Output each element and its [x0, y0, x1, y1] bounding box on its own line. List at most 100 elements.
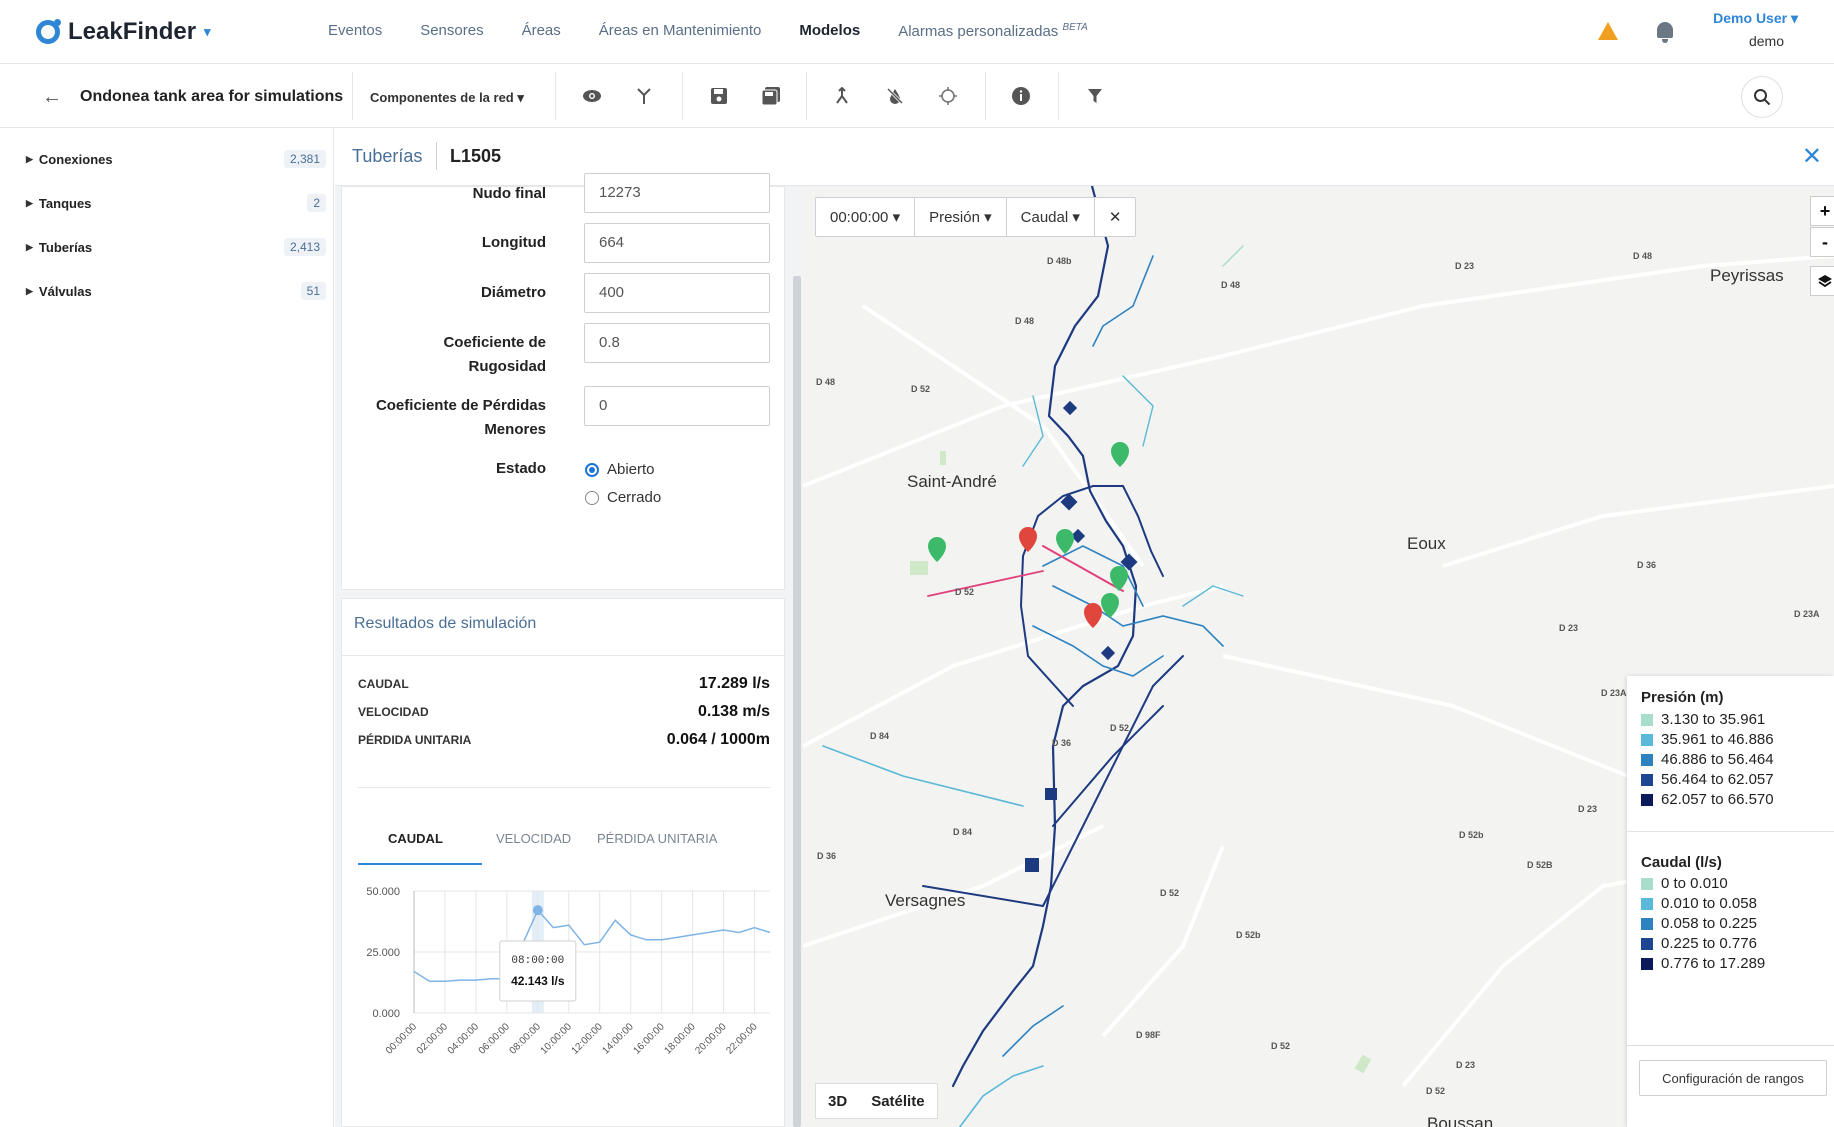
road-label: D 23	[1456, 1060, 1476, 1070]
nav-alarmas[interactable]: Alarmas personalizadas BETA	[898, 22, 1088, 40]
road-label: D 36	[1052, 738, 1072, 748]
road-label: D 23	[1455, 261, 1475, 271]
network-map[interactable]: 00:00:00 ▾ Presión ▾ Caudal ▾ ✕ + - Sain…	[803, 186, 1834, 1127]
caret-right-icon: ▶	[26, 153, 33, 164]
road-label: D 36	[1637, 560, 1657, 570]
view-satellite-button[interactable]: Satélite	[859, 1084, 936, 1118]
y-tick-label: 25.000	[366, 947, 400, 959]
radio-label: Cerrado	[607, 489, 662, 506]
clear-icon[interactable]: ✕	[1095, 198, 1136, 236]
close-icon[interactable]: ✕	[1802, 142, 1822, 171]
range-config-button[interactable]: Configuración de rangos	[1639, 1060, 1827, 1096]
nudo-final-field[interactable]: 12273	[584, 173, 770, 213]
user-name: Demo User	[1713, 10, 1788, 26]
element-type[interactable]: Tuberías	[352, 146, 422, 167]
radio-selected-icon	[585, 462, 599, 477]
layers-icon[interactable]	[1810, 266, 1834, 296]
components-dropdown[interactable]: Componentes de la red ▾	[370, 90, 524, 106]
x-tick-label: 22:00:00	[724, 1021, 760, 1057]
legend-swatch	[1641, 713, 1653, 726]
data-point	[532, 905, 543, 916]
estado-cerrado-radio[interactable]: Cerrado	[585, 489, 661, 506]
nav-modelos[interactable]: Modelos	[799, 22, 860, 40]
nav-areas-mantenimiento[interactable]: Áreas en Mantenimiento	[599, 22, 762, 40]
user-menu[interactable]: Demo User ▾ demo	[1713, 10, 1798, 49]
nav-eventos[interactable]: Eventos	[328, 22, 382, 40]
tree-item-tuberias[interactable]: ▶ Tuberías 2,413	[26, 234, 326, 260]
zoom-out-button[interactable]: -	[1810, 227, 1834, 257]
road-label: D 23A	[1794, 609, 1820, 619]
tab-perdida-unitaria[interactable]: PÉRDIDA UNITARIA	[597, 831, 717, 846]
legend-item: 56.464 to 62.057	[1641, 771, 1774, 788]
x-tick-label: 18:00:00	[662, 1021, 698, 1057]
legend-swatch	[1641, 753, 1653, 766]
result-row-caudal: CAUDAL 17.289 l/s	[358, 675, 770, 697]
time-select[interactable]: 00:00:00 ▾	[816, 198, 916, 236]
legend-item: 0.058 to 0.225	[1641, 915, 1757, 932]
place-label: Peyrissas	[1710, 266, 1784, 285]
perdidas-field[interactable]: 0	[584, 386, 770, 426]
x-tick-label: 02:00:00	[415, 1021, 451, 1057]
properties-column: Nudo final 12273 Longitud 664 Diámetro 4…	[335, 173, 803, 1127]
branch-icon[interactable]	[632, 84, 656, 108]
back-arrow-icon[interactable]: ←	[42, 86, 62, 109]
tooltip-value: 42.143 l/s	[511, 974, 565, 988]
tab-velocidad[interactable]: VELOCIDAD	[496, 831, 571, 846]
toolbar-divider	[1058, 72, 1059, 120]
eye-icon[interactable]	[580, 84, 604, 108]
legend-swatch	[1641, 793, 1653, 806]
rugosidad-field[interactable]: 0.8	[584, 323, 770, 363]
flow-chart[interactable]: 0.000 25.000 50.000 00:00:0002:00:0004:00:0…	[342, 881, 786, 1121]
view-3d-button[interactable]: 3D	[816, 1084, 859, 1118]
place-label: Saint-André	[907, 472, 997, 491]
chart-tooltip	[499, 940, 577, 1002]
toolbar-divider	[555, 72, 556, 120]
divider	[342, 655, 786, 656]
result-value: 0.064 / 1000m	[666, 731, 770, 748]
pressure-select[interactable]: Presión ▾	[915, 198, 1007, 236]
flow-select-value: Caudal	[1020, 209, 1069, 226]
nav-alarmas-label: Alarmas personalizadas	[898, 23, 1059, 40]
scrollbar[interactable]	[793, 276, 801, 1127]
app-logo[interactable]: LeakFinder ▾	[36, 18, 211, 46]
legend-swatch	[1641, 917, 1653, 930]
nav-sensores[interactable]: Sensores	[420, 22, 483, 40]
legend-label: 62.057 to 66.570	[1661, 791, 1774, 808]
caret-right-icon: ▶	[26, 285, 33, 296]
legend-swatch	[1641, 877, 1653, 890]
crosshair-icon[interactable]	[936, 84, 960, 108]
warning-icon[interactable]	[1598, 22, 1618, 40]
time-select-value: 00:00:00	[830, 209, 889, 226]
info-icon[interactable]	[1009, 84, 1033, 108]
save-icon[interactable]	[707, 84, 731, 108]
header-separator	[436, 142, 437, 170]
flow-select[interactable]: Caudal ▾	[1007, 198, 1095, 236]
perdidas-label-line2: Menores	[484, 421, 546, 438]
properties-form: Nudo final 12273 Longitud 664 Diámetro 4…	[341, 173, 785, 590]
bell-icon[interactable]	[1657, 22, 1673, 43]
x-tick-label: 14:00:00	[601, 1021, 637, 1057]
tab-caudal[interactable]: CAUDAL	[388, 831, 443, 846]
diametro-field[interactable]: 400	[584, 273, 770, 313]
tree-item-tanques[interactable]: ▶ Tanques 2	[26, 190, 326, 216]
estado-abierto-radio[interactable]: Abierto	[585, 461, 655, 478]
nav-areas[interactable]: Áreas	[522, 22, 561, 40]
result-value: 0.138 m/s	[697, 703, 770, 720]
map-controls: 00:00:00 ▾ Presión ▾ Caudal ▾ ✕	[815, 197, 1137, 237]
model-title: Ondonea tank area for simulations	[80, 88, 344, 105]
legend-swatch	[1641, 733, 1653, 746]
search-button[interactable]	[1741, 76, 1783, 118]
legend-item: 46.886 to 56.464	[1641, 751, 1774, 768]
longitud-field[interactable]: 664	[584, 223, 770, 263]
zoom-in-button[interactable]: +	[1810, 196, 1834, 226]
save-as-icon[interactable]	[759, 84, 783, 108]
y-tick-label: 50.000	[366, 886, 400, 898]
road-label: D 52	[955, 587, 975, 597]
no-leak-icon[interactable]	[883, 84, 907, 108]
filter-icon[interactable]	[1083, 84, 1107, 108]
tree-item-valvulas[interactable]: ▶ Válvulas 51	[26, 278, 326, 304]
split-pipe-icon[interactable]	[830, 84, 854, 108]
divider	[358, 787, 770, 788]
tree-item-conexiones[interactable]: ▶ Conexiones 2,381	[26, 146, 326, 172]
legend-label: 0 to 0.010	[1661, 875, 1728, 892]
